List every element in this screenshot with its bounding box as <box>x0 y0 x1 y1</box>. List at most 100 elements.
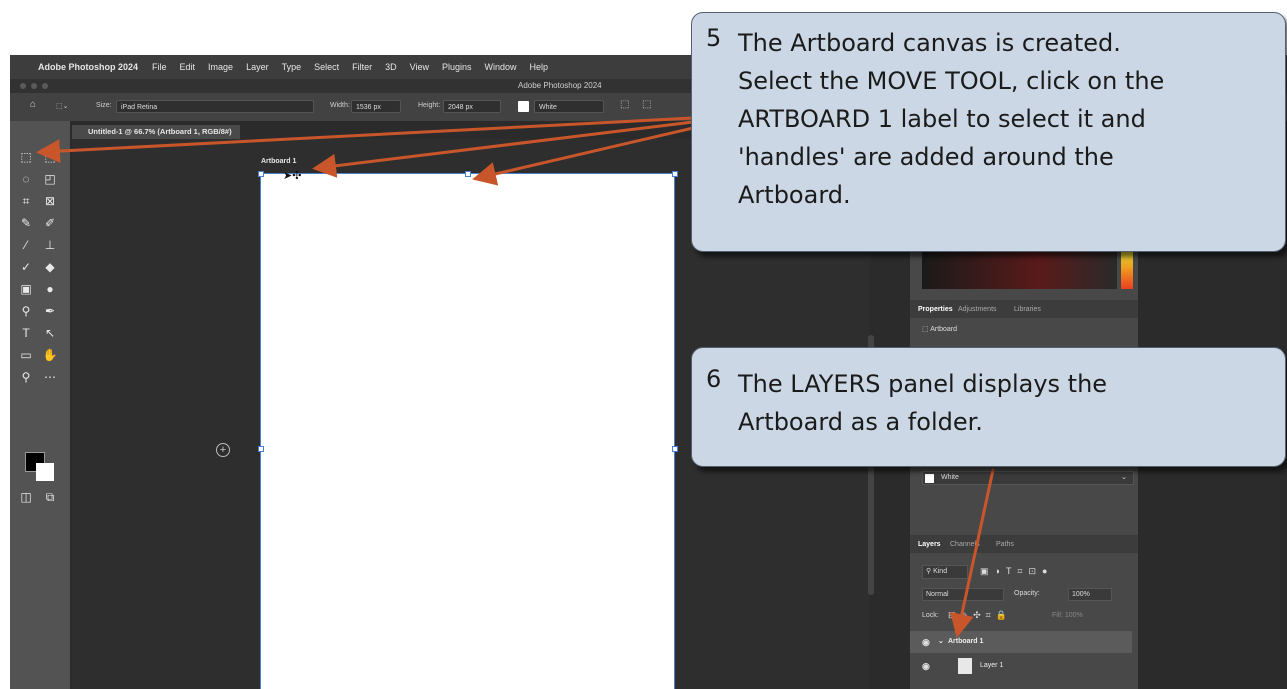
chevron-down-icon[interactable]: ⌄ <box>938 637 944 645</box>
tab-libraries[interactable]: Libraries <box>1014 306 1041 313</box>
menu-image[interactable]: Image <box>208 62 233 72</box>
callout-step-6: 6 The LAYERS panel displays the Artboard… <box>691 347 1286 467</box>
window-controls[interactable] <box>20 83 48 89</box>
properties-type-text: Artboard <box>930 326 958 333</box>
menu-type[interactable]: Type <box>282 62 302 72</box>
layer-filter-row: ⚲ Kind ▣◑T⌗⊡● <box>922 565 1134 579</box>
tab-paths[interactable]: Paths <box>996 541 1014 548</box>
tools-panel: ⬚ ⬚ ◌ ◰ ⌗ ⊠ ✎ ✐ ⁄ ⊥ ✓ ◆ ▣ ● ⚲ ✒ T ↖ ▭ ✋ … <box>10 121 70 689</box>
artboard-handle[interactable] <box>672 446 678 452</box>
menu-edit[interactable]: Edit <box>180 62 196 72</box>
lock-row: Lock: ⊞✎✣⌗🔒 Fill: 100% <box>922 610 1134 623</box>
stamp-tool-icon[interactable]: ⊥ <box>42 237 58 253</box>
quick-mask-icon[interactable]: ◫ <box>18 489 34 505</box>
eye-icon[interactable]: ◉ <box>922 661 930 672</box>
add-artboard-icon[interactable]: + <box>216 443 230 457</box>
window-title: Adobe Photoshop 2024 <box>518 81 602 90</box>
size-dropdown[interactable]: iPad Retina <box>116 100 314 113</box>
zoom-tool-icon[interactable]: ⚲ <box>18 369 34 385</box>
width-field[interactable]: 1536 px <box>351 100 401 113</box>
height-field[interactable]: 2048 px <box>443 100 501 113</box>
layer-thumbnail <box>958 658 972 674</box>
home-icon[interactable]: ⌂ <box>30 99 36 110</box>
path-select-tool-icon[interactable]: ↖ <box>42 325 58 341</box>
layer-row-layer1[interactable]: ◉ Layer 1 <box>910 655 1132 677</box>
blur-tool-icon[interactable]: ● <box>42 281 58 297</box>
artboard-background-dropdown[interactable]: White ⌄ <box>922 471 1134 485</box>
move-tool-icon[interactable]: ⬚ <box>18 149 34 165</box>
document-tab[interactable]: Untitled-1 @ 66.7% (Artboard 1, RGB/8#) <box>72 125 240 139</box>
callout-line: ARTBOARD 1 label to select it and <box>738 105 1146 133</box>
callout-step-5: 5 The Artboard canvas is created. Select… <box>691 12 1286 252</box>
lasso-tool-icon[interactable]: ◌ <box>18 171 34 187</box>
opacity-field[interactable]: 100% <box>1068 588 1112 601</box>
color-swatch[interactable] <box>518 101 529 112</box>
callout-line: The LAYERS panel displays the <box>738 370 1108 398</box>
artboard-handle[interactable] <box>258 446 264 452</box>
menu-select[interactable]: Select <box>314 62 339 72</box>
properties-tabs: Properties Adjustments Libraries <box>910 300 1138 318</box>
artboard-handle[interactable] <box>465 171 471 177</box>
callout-line: Artboard. <box>738 181 851 209</box>
background-color-swatch[interactable] <box>36 463 54 481</box>
brush-tool-icon[interactable]: ⁄ <box>18 237 34 253</box>
tab-channels[interactable]: Channels <box>950 541 980 548</box>
object-select-tool-icon[interactable]: ◰ <box>42 171 58 187</box>
frame-tool-icon[interactable]: ⊠ <box>42 193 58 209</box>
lock-label: Lock: <box>922 612 939 619</box>
eye-icon[interactable]: ◉ <box>922 637 930 648</box>
eyedropper-tool-icon[interactable]: ✎ <box>18 215 34 231</box>
pen-tool-icon[interactable]: ✒ <box>42 303 58 319</box>
menu-filter[interactable]: Filter <box>352 62 372 72</box>
move-cursor-icon: ➤✣ <box>283 170 302 182</box>
healing-brush-tool-icon[interactable]: ✐ <box>42 215 58 231</box>
callout-text: The Artboard canvas is created. Select t… <box>738 24 1164 214</box>
properties-type-label: ⬚ Artboard <box>922 326 958 333</box>
marquee-tool-icon[interactable]: ⬚ <box>42 149 58 165</box>
app-name[interactable]: Adobe Photoshop 2024 <box>38 62 138 72</box>
tab-layers[interactable]: Layers <box>918 541 941 548</box>
gradient-tool-icon[interactable]: ▣ <box>18 281 34 297</box>
color-dropdown[interactable]: White <box>534 100 604 113</box>
tab-properties[interactable]: Properties <box>918 306 953 313</box>
background-value: White <box>941 474 959 481</box>
filter-kind-text: Kind <box>933 568 948 575</box>
rectangle-tool-icon[interactable]: ▭ <box>18 347 34 363</box>
height-label: Height: <box>418 102 441 109</box>
layer-filter-icons[interactable]: ▣◑T⌗⊡● <box>980 566 1053 577</box>
history-brush-tool-icon[interactable]: ✓ <box>18 259 34 275</box>
artboard-label[interactable]: Artboard 1 <box>261 158 296 165</box>
artboard[interactable] <box>260 173 675 689</box>
callout-number: 6 <box>706 365 722 393</box>
artboard-tool-preset-icon[interactable]: ⬚⌄ <box>56 102 68 110</box>
screen-mode-icon[interactable]: ⧉ <box>42 489 58 505</box>
lock-icons[interactable]: ⊞✎✣⌗🔒 <box>948 610 1012 621</box>
hand-tool-icon[interactable]: ✋ <box>42 347 58 363</box>
layers-tabs: Layers Channels Paths <box>910 535 1138 553</box>
artboard-handle[interactable] <box>258 171 264 177</box>
menu-3d[interactable]: 3D <box>385 62 397 72</box>
callout-number: 5 <box>706 24 722 52</box>
layer-row-artboard[interactable]: ◉ ⌄ Artboard 1 <box>910 631 1132 653</box>
artboard-handle[interactable] <box>672 171 678 177</box>
make-portrait-icon[interactable]: ⬚ <box>620 99 629 110</box>
crop-tool-icon[interactable]: ⌗ <box>18 193 34 209</box>
dodge-tool-icon[interactable]: ⚲ <box>18 303 34 319</box>
callout-line: Select the MOVE TOOL, click on the <box>738 67 1165 95</box>
menu-window[interactable]: Window <box>485 62 517 72</box>
tab-adjustments[interactable]: Adjustments <box>958 306 997 313</box>
menu-file[interactable]: File <box>152 62 167 72</box>
menu-help[interactable]: Help <box>530 62 549 72</box>
more-tools-icon[interactable]: ⋯ <box>42 369 58 385</box>
blend-mode-dropdown[interactable]: Normal <box>922 588 1004 601</box>
menu-view[interactable]: View <box>410 62 429 72</box>
layer-name: Layer 1 <box>980 662 1004 669</box>
type-tool-icon[interactable]: T <box>18 325 34 341</box>
filter-kind-dropdown[interactable]: ⚲ Kind <box>922 565 968 579</box>
make-landscape-icon[interactable]: ⬚ <box>642 99 651 110</box>
menu-layer[interactable]: Layer <box>246 62 269 72</box>
fill-label: Fill: 100% <box>1052 612 1083 619</box>
eraser-tool-icon[interactable]: ◆ <box>42 259 58 275</box>
menu-plugins[interactable]: Plugins <box>442 62 472 72</box>
callout-line: Artboard as a folder. <box>738 408 983 436</box>
